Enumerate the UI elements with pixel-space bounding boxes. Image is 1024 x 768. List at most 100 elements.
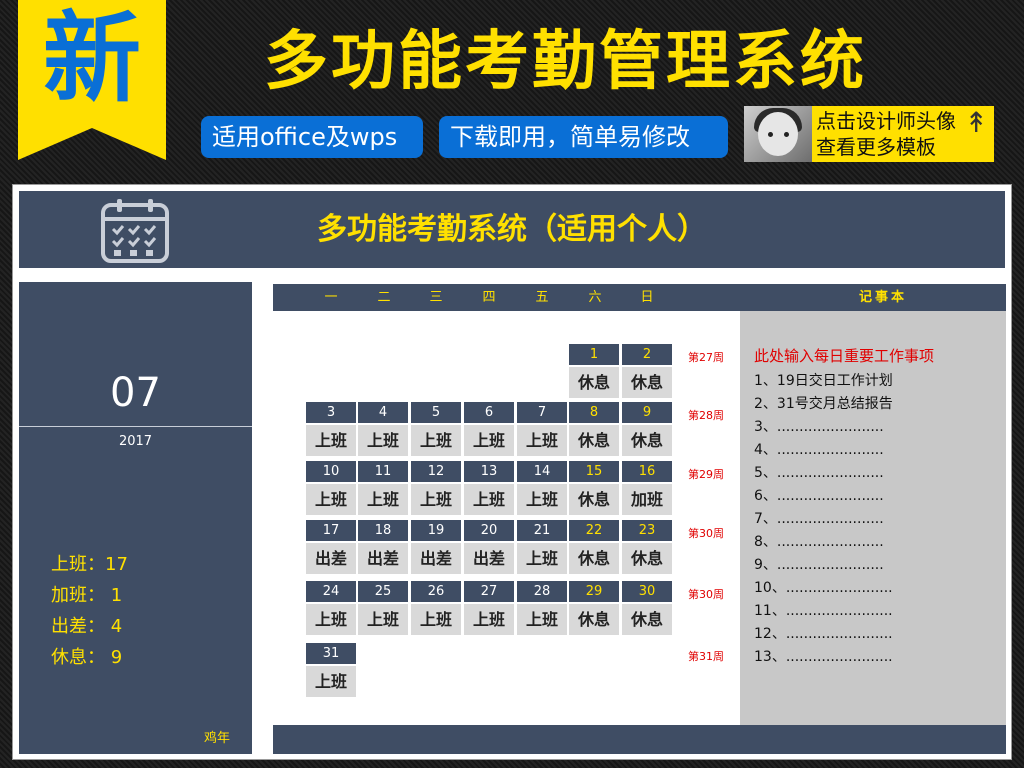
day-status[interactable]: 上班 — [306, 484, 356, 515]
memo-item[interactable]: 13、........................ — [754, 646, 893, 666]
day-status[interactable]: 上班 — [411, 425, 461, 456]
memo-item[interactable]: 3、........................ — [754, 416, 884, 436]
day-number: 3 — [306, 402, 356, 423]
day-status[interactable]: 休息 — [569, 604, 619, 635]
month-label: 07 — [110, 370, 161, 416]
day-number: 9 — [622, 402, 672, 423]
memo-item[interactable]: 2、31号交月总结报告 — [754, 393, 893, 413]
weekday-fri: 五 — [535, 290, 549, 305]
day-status[interactable]: 加班 — [622, 484, 672, 515]
memo-item[interactable]: 8、........................ — [754, 531, 884, 551]
memo-item[interactable]: 9、........................ — [754, 554, 884, 574]
day-status[interactable]: 上班 — [464, 604, 514, 635]
day-number: 7 — [517, 402, 567, 423]
week-label: 第31周 — [688, 650, 724, 663]
footer-bar — [273, 725, 1006, 754]
day-number: 15 — [569, 461, 619, 482]
day-status[interactable]: 出差 — [464, 543, 514, 574]
day-number: 16 — [622, 461, 672, 482]
weekday-thu: 四 — [482, 290, 496, 305]
day-status[interactable]: 上班 — [358, 425, 408, 456]
day-number: 21 — [517, 520, 567, 541]
day-status[interactable]: 上班 — [517, 604, 567, 635]
day-status[interactable]: 上班 — [411, 484, 461, 515]
week-label: 第29周 — [688, 468, 724, 481]
promo-line-2: 查看更多模板 — [816, 135, 936, 159]
banner-char: 新 — [42, 2, 141, 116]
week-label: 第30周 — [688, 588, 724, 601]
day-number: 8 — [569, 402, 619, 423]
day-number: 31 — [306, 643, 356, 664]
weekday-mon: 一 — [324, 290, 338, 305]
weekday-sun: 日 — [640, 290, 654, 305]
attendance-app: 多功能考勤系统（适用个人） 07 2017 上班：17 加班： 1 出差： 4 … — [12, 184, 1012, 760]
memo-item[interactable]: 7、........................ — [754, 508, 884, 528]
weekday-tue: 二 — [377, 290, 391, 305]
day-number: 5 — [411, 402, 461, 423]
day-status[interactable]: 出差 — [358, 543, 408, 574]
memo-panel[interactable]: 此处输入每日重要工作事项 1、19日交日工作计划 2、31号交月总结报告 3、.… — [740, 311, 1006, 725]
day-status[interactable]: 上班 — [306, 666, 356, 697]
week-label: 第30周 — [688, 527, 724, 540]
day-status[interactable]: 休息 — [569, 543, 619, 574]
promo-text[interactable]: 点击设计师头像 查看更多模板 ↟ — [812, 106, 994, 162]
app-header: 多功能考勤系统（适用个人） — [19, 191, 1005, 268]
day-status[interactable]: 上班 — [517, 484, 567, 515]
pill-compat: 适用office及wps — [201, 116, 423, 158]
divider — [19, 426, 252, 427]
day-number: 26 — [411, 581, 461, 602]
day-status[interactable]: 休息 — [569, 367, 619, 398]
day-status[interactable]: 上班 — [411, 604, 461, 635]
stat-rest: 休息： 9 — [51, 647, 123, 668]
day-number: 24 — [306, 581, 356, 602]
memo-item[interactable]: 6、........................ — [754, 485, 884, 505]
day-status[interactable]: 上班 — [464, 484, 514, 515]
day-status[interactable]: 上班 — [306, 425, 356, 456]
memo-hint[interactable]: 此处输入每日重要工作事项 — [754, 345, 934, 366]
day-number: 14 — [517, 461, 567, 482]
day-number: 4 — [358, 402, 408, 423]
stat-overtime: 加班： 1 — [51, 585, 123, 606]
week-label: 第28周 — [688, 409, 724, 422]
memo-item[interactable]: 5、........................ — [754, 462, 884, 482]
day-number: 13 — [464, 461, 514, 482]
day-status[interactable]: 休息 — [569, 425, 619, 456]
day-number: 17 — [306, 520, 356, 541]
weekday-wed: 三 — [429, 290, 443, 305]
designer-avatar[interactable] — [744, 106, 812, 162]
day-number: 6 — [464, 402, 514, 423]
day-status[interactable]: 出差 — [411, 543, 461, 574]
day-number: 28 — [517, 581, 567, 602]
stat-trip: 出差： 4 — [51, 616, 123, 637]
day-number: 1 — [569, 344, 619, 365]
day-status[interactable]: 上班 — [306, 604, 356, 635]
day-status[interactable]: 上班 — [517, 425, 567, 456]
weekday-sat: 六 — [588, 290, 602, 305]
day-status[interactable]: 休息 — [622, 604, 672, 635]
day-status[interactable]: 上班 — [517, 543, 567, 574]
memo-item[interactable]: 12、........................ — [754, 623, 893, 643]
day-status[interactable]: 上班 — [358, 604, 408, 635]
day-number: 20 — [464, 520, 514, 541]
day-number: 12 — [411, 461, 461, 482]
memo-item[interactable]: 4、........................ — [754, 439, 884, 459]
day-status[interactable]: 休息 — [622, 367, 672, 398]
day-status[interactable]: 出差 — [306, 543, 356, 574]
day-status[interactable]: 休息 — [622, 543, 672, 574]
zodiac-label: 鸡年 — [203, 731, 230, 746]
day-status[interactable]: 休息 — [569, 484, 619, 515]
day-number: 30 — [622, 581, 672, 602]
summary-panel: 07 2017 上班：17 加班： 1 出差： 4 休息： 9 鸡年 — [19, 282, 252, 754]
main-title: 多功能考勤管理系统 — [264, 25, 867, 99]
designer-promo[interactable]: 点击设计师头像 查看更多模板 ↟ — [744, 106, 994, 162]
arrow-up-icon: ↟ — [964, 106, 988, 139]
memo-title: 记事本 — [858, 290, 907, 305]
memo-item[interactable]: 11、........................ — [754, 600, 893, 620]
day-number: 27 — [464, 581, 514, 602]
week-label: 第27周 — [688, 351, 724, 364]
day-status[interactable]: 上班 — [464, 425, 514, 456]
day-status[interactable]: 上班 — [358, 484, 408, 515]
day-status[interactable]: 休息 — [622, 425, 672, 456]
memo-item[interactable]: 1、19日交日工作计划 — [754, 370, 893, 390]
memo-item[interactable]: 10、........................ — [754, 577, 893, 597]
